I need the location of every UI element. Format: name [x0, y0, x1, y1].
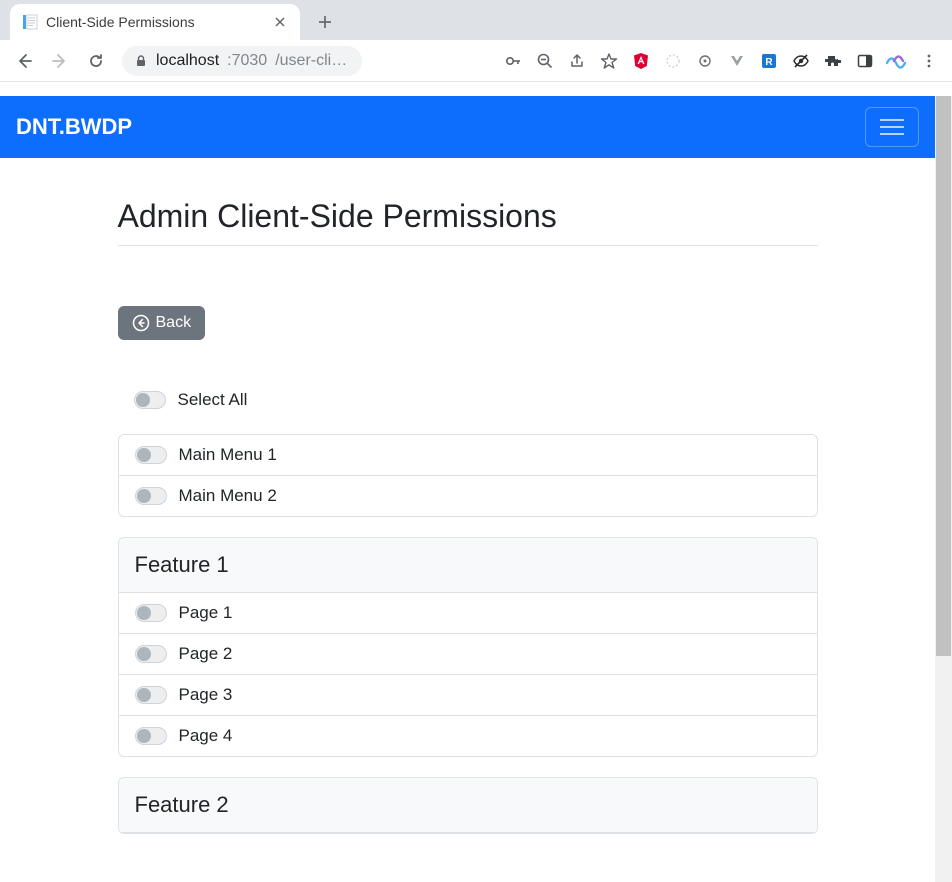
- nav-reload-button[interactable]: [80, 45, 112, 77]
- svg-text:R: R: [765, 57, 773, 68]
- share-icon[interactable]: [562, 46, 592, 76]
- menu-label: Main Menu 1: [179, 445, 277, 465]
- extension-react-icon[interactable]: R: [754, 46, 784, 76]
- page-toggle[interactable]: [135, 604, 167, 622]
- extension-generic-icon-2[interactable]: [690, 46, 720, 76]
- page-toggle[interactable]: [135, 727, 167, 745]
- key-icon[interactable]: [498, 46, 528, 76]
- bookmark-star-icon[interactable]: [594, 46, 624, 76]
- select-all-label: Select All: [178, 390, 248, 410]
- app-navbar: DNT.BWDP: [0, 96, 935, 158]
- url-path: /user-cli…: [275, 52, 347, 70]
- url-port: :7030: [227, 52, 267, 70]
- back-button[interactable]: Back: [118, 306, 206, 340]
- page-label: Page 4: [179, 726, 233, 746]
- page-label: Page 3: [179, 685, 233, 705]
- address-bar[interactable]: localhost :7030/user-cli…: [122, 46, 362, 76]
- select-all-toggle[interactable]: [134, 391, 166, 409]
- brand-logo[interactable]: DNT.BWDP: [16, 114, 132, 140]
- hamburger-icon: [880, 126, 904, 128]
- lock-icon: [134, 54, 148, 68]
- nav-back-button[interactable]: [8, 45, 40, 77]
- page-label: Page 2: [179, 644, 233, 664]
- menu-toggle[interactable]: [135, 446, 167, 464]
- tab-strip: Client-Side Permissions: [0, 0, 952, 40]
- browser-toolbar: localhost :7030/user-cli… R: [0, 40, 952, 82]
- extension-eye-off-icon[interactable]: [786, 46, 816, 76]
- navbar-toggle-button[interactable]: [865, 107, 919, 147]
- arrow-left-circle-icon: [132, 314, 150, 332]
- extension-vue-icon[interactable]: [722, 46, 752, 76]
- browser-menu-icon[interactable]: [914, 46, 944, 76]
- scrollbar-thumb[interactable]: [936, 96, 951, 656]
- page-title: Admin Client-Side Permissions: [118, 198, 818, 246]
- feature-card: Feature 1 Page 1 Page 2 Page 3: [118, 537, 818, 757]
- menu-label: Main Menu 2: [179, 486, 277, 506]
- url-host: localhost: [156, 52, 219, 70]
- feature-header: Feature 2: [119, 778, 817, 833]
- feature-card: Feature 2: [118, 777, 818, 834]
- main-menus-card: Main Menu 1 Main Menu 2: [118, 434, 818, 517]
- side-panel-icon[interactable]: [850, 46, 880, 76]
- feature-header: Feature 1: [119, 538, 817, 593]
- extension-angular-icon[interactable]: [626, 46, 656, 76]
- menu-toggle[interactable]: [135, 487, 167, 505]
- extensions-puzzle-icon[interactable]: [818, 46, 848, 76]
- new-tab-button[interactable]: [310, 7, 340, 37]
- back-button-label: Back: [156, 314, 192, 332]
- extension-generic-icon-1[interactable]: [658, 46, 688, 76]
- tab-favicon: [22, 14, 38, 30]
- tab-title: Client-Side Permissions: [46, 14, 264, 30]
- nav-forward-button[interactable]: [44, 45, 76, 77]
- page-toggle[interactable]: [135, 686, 167, 704]
- page-toggle[interactable]: [135, 645, 167, 663]
- vertical-scrollbar[interactable]: [935, 96, 952, 882]
- zoom-out-icon[interactable]: [530, 46, 560, 76]
- extension-wave-icon[interactable]: [882, 46, 912, 76]
- browser-tab[interactable]: Client-Side Permissions: [10, 4, 300, 40]
- page-label: Page 1: [179, 603, 233, 623]
- tab-close-icon[interactable]: [272, 14, 288, 30]
